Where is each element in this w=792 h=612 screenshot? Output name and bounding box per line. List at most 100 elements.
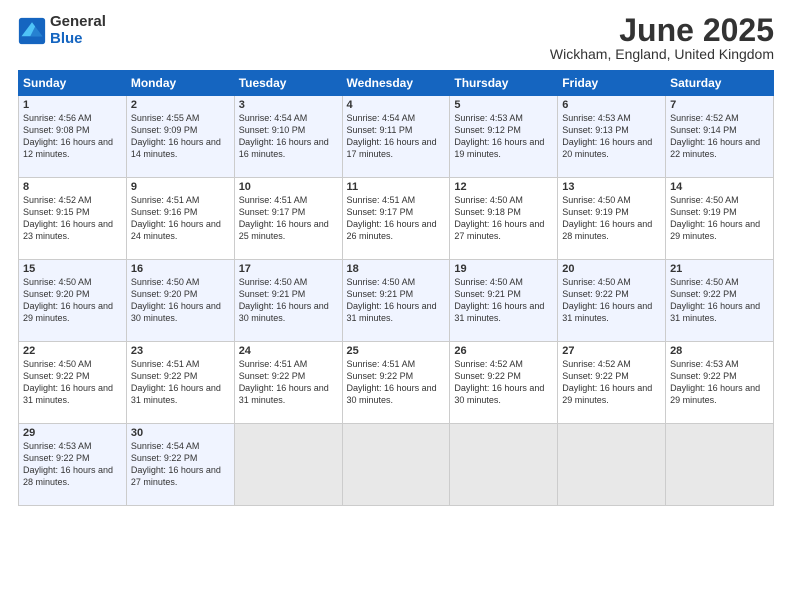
calendar-cell: 7Sunrise: 4:52 AMSunset: 9:14 PMDaylight… bbox=[666, 96, 774, 178]
logo-blue-text: Blue bbox=[50, 31, 106, 48]
day-info: Sunrise: 4:56 AMSunset: 9:08 PMDaylight:… bbox=[23, 112, 122, 161]
day-info: Sunrise: 4:53 AMSunset: 9:22 PMDaylight:… bbox=[23, 440, 122, 489]
day-info: Sunrise: 4:51 AMSunset: 9:22 PMDaylight:… bbox=[347, 358, 446, 407]
day-info: Sunrise: 4:50 AMSunset: 9:18 PMDaylight:… bbox=[454, 194, 553, 243]
day-info: Sunrise: 4:50 AMSunset: 9:20 PMDaylight:… bbox=[23, 276, 122, 325]
calendar-cell bbox=[666, 424, 774, 506]
day-info: Sunrise: 4:50 AMSunset: 9:19 PMDaylight:… bbox=[670, 194, 769, 243]
day-number: 17 bbox=[239, 263, 338, 275]
calendar-cell: 6Sunrise: 4:53 AMSunset: 9:13 PMDaylight… bbox=[558, 96, 666, 178]
calendar-cell bbox=[558, 424, 666, 506]
day-info: Sunrise: 4:51 AMSunset: 9:17 PMDaylight:… bbox=[347, 194, 446, 243]
calendar-cell: 28Sunrise: 4:53 AMSunset: 9:22 PMDayligh… bbox=[666, 342, 774, 424]
day-number: 29 bbox=[23, 427, 122, 439]
title-area: June 2025 Wickham, England, United Kingd… bbox=[550, 14, 774, 62]
calendar-cell: 1Sunrise: 4:56 AMSunset: 9:08 PMDaylight… bbox=[19, 96, 127, 178]
calendar-cell: 30Sunrise: 4:54 AMSunset: 9:22 PMDayligh… bbox=[126, 424, 234, 506]
logo-icon bbox=[18, 17, 46, 45]
table-row: 15Sunrise: 4:50 AMSunset: 9:20 PMDayligh… bbox=[19, 260, 774, 342]
day-number: 2 bbox=[131, 99, 230, 111]
calendar-cell: 14Sunrise: 4:50 AMSunset: 9:19 PMDayligh… bbox=[666, 178, 774, 260]
day-number: 12 bbox=[454, 181, 553, 193]
day-info: Sunrise: 4:52 AMSunset: 9:14 PMDaylight:… bbox=[670, 112, 769, 161]
header-wednesday: Wednesday bbox=[342, 71, 450, 96]
day-info: Sunrise: 4:52 AMSunset: 9:15 PMDaylight:… bbox=[23, 194, 122, 243]
day-info: Sunrise: 4:50 AMSunset: 9:22 PMDaylight:… bbox=[670, 276, 769, 325]
calendar-page: General Blue June 2025 Wickham, England,… bbox=[0, 0, 792, 612]
table-row: 29Sunrise: 4:53 AMSunset: 9:22 PMDayligh… bbox=[19, 424, 774, 506]
day-info: Sunrise: 4:53 AMSunset: 9:13 PMDaylight:… bbox=[562, 112, 661, 161]
header-thursday: Thursday bbox=[450, 71, 558, 96]
day-number: 27 bbox=[562, 345, 661, 357]
calendar-cell bbox=[342, 424, 450, 506]
day-info: Sunrise: 4:53 AMSunset: 9:22 PMDaylight:… bbox=[670, 358, 769, 407]
table-row: 1Sunrise: 4:56 AMSunset: 9:08 PMDaylight… bbox=[19, 96, 774, 178]
table-row: 8Sunrise: 4:52 AMSunset: 9:15 PMDaylight… bbox=[19, 178, 774, 260]
calendar-cell: 5Sunrise: 4:53 AMSunset: 9:12 PMDaylight… bbox=[450, 96, 558, 178]
day-info: Sunrise: 4:51 AMSunset: 9:17 PMDaylight:… bbox=[239, 194, 338, 243]
day-number: 15 bbox=[23, 263, 122, 275]
day-number: 5 bbox=[454, 99, 553, 111]
day-number: 16 bbox=[131, 263, 230, 275]
calendar-cell: 3Sunrise: 4:54 AMSunset: 9:10 PMDaylight… bbox=[234, 96, 342, 178]
header-friday: Friday bbox=[558, 71, 666, 96]
calendar-cell: 10Sunrise: 4:51 AMSunset: 9:17 PMDayligh… bbox=[234, 178, 342, 260]
calendar-cell: 13Sunrise: 4:50 AMSunset: 9:19 PMDayligh… bbox=[558, 178, 666, 260]
header-row: Sunday Monday Tuesday Wednesday Thursday… bbox=[19, 71, 774, 96]
header-tuesday: Tuesday bbox=[234, 71, 342, 96]
day-info: Sunrise: 4:50 AMSunset: 9:21 PMDaylight:… bbox=[454, 276, 553, 325]
day-number: 7 bbox=[670, 99, 769, 111]
calendar-cell: 20Sunrise: 4:50 AMSunset: 9:22 PMDayligh… bbox=[558, 260, 666, 342]
day-info: Sunrise: 4:50 AMSunset: 9:21 PMDaylight:… bbox=[347, 276, 446, 325]
day-info: Sunrise: 4:50 AMSunset: 9:20 PMDaylight:… bbox=[131, 276, 230, 325]
day-number: 22 bbox=[23, 345, 122, 357]
logo-general-text: General bbox=[50, 14, 106, 31]
day-info: Sunrise: 4:55 AMSunset: 9:09 PMDaylight:… bbox=[131, 112, 230, 161]
day-number: 19 bbox=[454, 263, 553, 275]
calendar-cell: 19Sunrise: 4:50 AMSunset: 9:21 PMDayligh… bbox=[450, 260, 558, 342]
day-info: Sunrise: 4:52 AMSunset: 9:22 PMDaylight:… bbox=[454, 358, 553, 407]
day-info: Sunrise: 4:54 AMSunset: 9:22 PMDaylight:… bbox=[131, 440, 230, 489]
day-number: 20 bbox=[562, 263, 661, 275]
logo-text: General Blue bbox=[50, 14, 106, 47]
day-info: Sunrise: 4:53 AMSunset: 9:12 PMDaylight:… bbox=[454, 112, 553, 161]
logo: General Blue bbox=[18, 14, 106, 47]
day-number: 30 bbox=[131, 427, 230, 439]
day-number: 1 bbox=[23, 99, 122, 111]
day-number: 8 bbox=[23, 181, 122, 193]
day-info: Sunrise: 4:51 AMSunset: 9:22 PMDaylight:… bbox=[239, 358, 338, 407]
calendar-cell: 11Sunrise: 4:51 AMSunset: 9:17 PMDayligh… bbox=[342, 178, 450, 260]
day-number: 24 bbox=[239, 345, 338, 357]
day-info: Sunrise: 4:51 AMSunset: 9:22 PMDaylight:… bbox=[131, 358, 230, 407]
calendar-cell: 2Sunrise: 4:55 AMSunset: 9:09 PMDaylight… bbox=[126, 96, 234, 178]
calendar-header: Sunday Monday Tuesday Wednesday Thursday… bbox=[19, 71, 774, 96]
day-number: 26 bbox=[454, 345, 553, 357]
calendar-table: Sunday Monday Tuesday Wednesday Thursday… bbox=[18, 70, 774, 506]
day-number: 6 bbox=[562, 99, 661, 111]
day-number: 18 bbox=[347, 263, 446, 275]
calendar-cell: 18Sunrise: 4:50 AMSunset: 9:21 PMDayligh… bbox=[342, 260, 450, 342]
calendar-cell: 12Sunrise: 4:50 AMSunset: 9:18 PMDayligh… bbox=[450, 178, 558, 260]
day-info: Sunrise: 4:50 AMSunset: 9:21 PMDaylight:… bbox=[239, 276, 338, 325]
calendar-cell: 25Sunrise: 4:51 AMSunset: 9:22 PMDayligh… bbox=[342, 342, 450, 424]
calendar-cell: 26Sunrise: 4:52 AMSunset: 9:22 PMDayligh… bbox=[450, 342, 558, 424]
calendar-cell: 15Sunrise: 4:50 AMSunset: 9:20 PMDayligh… bbox=[19, 260, 127, 342]
day-info: Sunrise: 4:54 AMSunset: 9:11 PMDaylight:… bbox=[347, 112, 446, 161]
day-info: Sunrise: 4:50 AMSunset: 9:22 PMDaylight:… bbox=[562, 276, 661, 325]
day-info: Sunrise: 4:51 AMSunset: 9:16 PMDaylight:… bbox=[131, 194, 230, 243]
day-number: 9 bbox=[131, 181, 230, 193]
day-info: Sunrise: 4:52 AMSunset: 9:22 PMDaylight:… bbox=[562, 358, 661, 407]
day-info: Sunrise: 4:50 AMSunset: 9:19 PMDaylight:… bbox=[562, 194, 661, 243]
day-number: 23 bbox=[131, 345, 230, 357]
calendar-cell: 9Sunrise: 4:51 AMSunset: 9:16 PMDaylight… bbox=[126, 178, 234, 260]
calendar-cell: 22Sunrise: 4:50 AMSunset: 9:22 PMDayligh… bbox=[19, 342, 127, 424]
day-number: 3 bbox=[239, 99, 338, 111]
calendar-cell: 29Sunrise: 4:53 AMSunset: 9:22 PMDayligh… bbox=[19, 424, 127, 506]
calendar-cell: 24Sunrise: 4:51 AMSunset: 9:22 PMDayligh… bbox=[234, 342, 342, 424]
day-number: 10 bbox=[239, 181, 338, 193]
table-row: 22Sunrise: 4:50 AMSunset: 9:22 PMDayligh… bbox=[19, 342, 774, 424]
location-title: Wickham, England, United Kingdom bbox=[550, 46, 774, 62]
header-saturday: Saturday bbox=[666, 71, 774, 96]
calendar-cell: 17Sunrise: 4:50 AMSunset: 9:21 PMDayligh… bbox=[234, 260, 342, 342]
day-number: 25 bbox=[347, 345, 446, 357]
